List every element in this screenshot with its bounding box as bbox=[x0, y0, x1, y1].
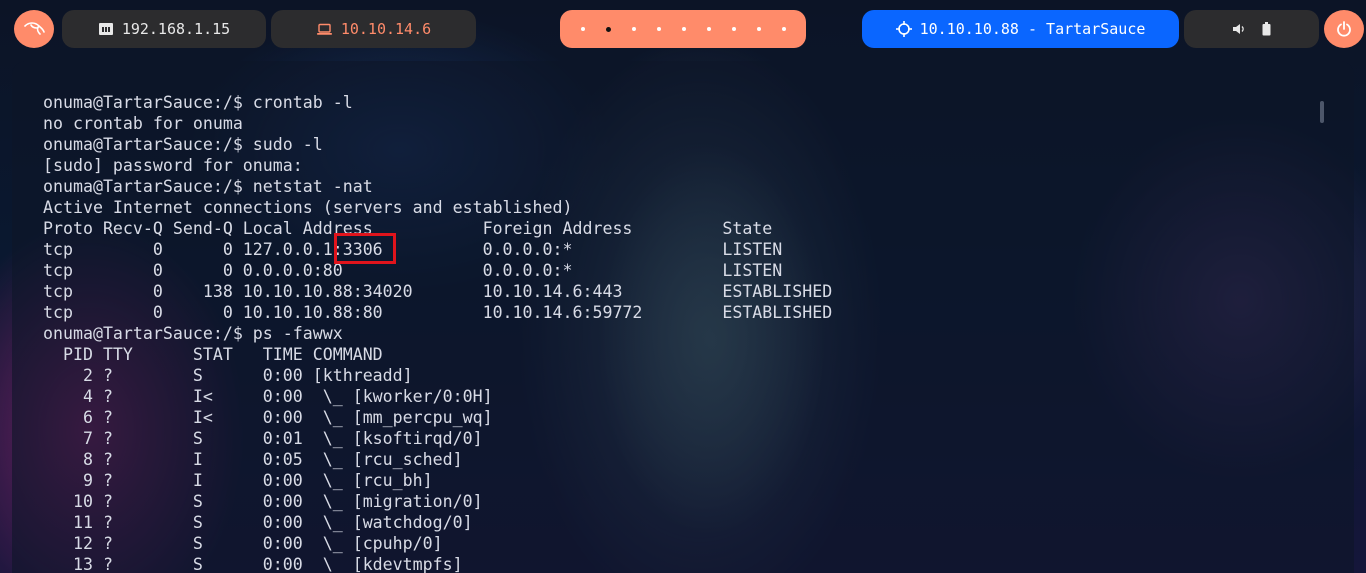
host-ip-indicator[interactable]: 192.168.1.15 bbox=[62, 10, 266, 48]
terminal-line: onuma@TartarSauce:/$ sudo -l bbox=[43, 135, 323, 154]
workspace-dot[interactable] bbox=[756, 27, 761, 31]
terminal-line: 6 ? I< 0:00 \_ [mm_percpu_wq] bbox=[43, 408, 493, 427]
volume-icon[interactable] bbox=[1232, 23, 1246, 35]
terminal-line: PID TTY STAT TIME COMMAND bbox=[43, 345, 383, 364]
terminal-line: 9 ? I 0:00 \_ [rcu_bh] bbox=[43, 471, 433, 490]
terminal-line: no crontab for onuma bbox=[43, 114, 243, 133]
terminal-line: tcp 0 0 127.0.0.1:3306 0.0.0.0:* LISTEN bbox=[43, 240, 783, 259]
terminal-line: 2 ? S 0:00 [kthreadd] bbox=[43, 366, 413, 385]
network-card-icon bbox=[98, 23, 113, 35]
workspace-dot[interactable] bbox=[631, 27, 636, 31]
terminal-line: 4 ? I< 0:00 \_ [kworker/0:0H] bbox=[43, 387, 493, 406]
terminal-line: onuma@TartarSauce:/$ crontab -l bbox=[43, 93, 353, 112]
kali-dragon-icon bbox=[24, 22, 45, 35]
power-button[interactable] bbox=[1324, 10, 1364, 48]
vpn-ip-indicator[interactable]: 10.10.14.6 bbox=[271, 10, 476, 48]
terminal-window[interactable]: onuma@TartarSauce:/$ crontab -l no cronta… bbox=[12, 61, 1354, 573]
workspace-dot[interactable] bbox=[656, 27, 661, 31]
workspace-dot[interactable] bbox=[731, 27, 736, 31]
vpn-ip-text: 10.10.14.6 bbox=[340, 20, 432, 38]
terminal-line: 8 ? I 0:05 \_ [rcu_sched] bbox=[43, 450, 463, 469]
kali-menu-button[interactable] bbox=[14, 10, 54, 48]
terminal-line: onuma@TartarSauce:/$ ps -fawwx bbox=[43, 324, 343, 343]
workspace-dot[interactable] bbox=[580, 27, 585, 31]
terminal-line: tcp 0 138 10.10.10.88:34020 10.10.14.6:4… bbox=[43, 282, 833, 301]
power-icon bbox=[1337, 21, 1351, 37]
laptop-icon bbox=[316, 23, 332, 35]
terminal-line: tcp 0 0 0.0.0.0:80 0.0.0.0:* LISTEN bbox=[43, 261, 783, 280]
target-text: 10.10.10.88 - TartarSauce bbox=[919, 20, 1146, 38]
terminal-line: 12 ? S 0:00 \_ [cpuhp/0] bbox=[43, 534, 443, 553]
port-3306-highlight bbox=[334, 233, 396, 264]
terminal-line: Active Internet connections (servers and… bbox=[43, 198, 573, 217]
target-indicator[interactable]: 10.10.10.88 - TartarSauce bbox=[862, 10, 1179, 48]
workspace-dot[interactable] bbox=[781, 27, 786, 31]
host-ip-text: 192.168.1.15 bbox=[121, 20, 231, 38]
workspace-dot[interactable] bbox=[706, 27, 711, 31]
terminal-line: 10 ? S 0:00 \_ [migration/0] bbox=[43, 492, 483, 511]
terminal-line: 11 ? S 0:00 \_ [watchdog/0] bbox=[43, 513, 473, 532]
terminal-line: 7 ? S 0:01 \_ [ksoftirqd/0] bbox=[43, 429, 483, 448]
terminal-scrollbar[interactable] bbox=[1320, 101, 1324, 123]
terminal-line: onuma@TartarSauce:/$ netstat -nat bbox=[43, 177, 373, 196]
terminal-line: Proto Recv-Q Send-Q Local Address Foreig… bbox=[43, 219, 773, 238]
workspace-dot[interactable] bbox=[605, 26, 611, 32]
workspace-dot[interactable] bbox=[681, 27, 686, 31]
terminal-line: 13 ? S 0:00 \_ [kdevtmpfs] bbox=[43, 555, 463, 573]
battery-icon[interactable] bbox=[1262, 22, 1271, 36]
crosshair-icon bbox=[895, 21, 912, 37]
workspace-switcher[interactable] bbox=[560, 10, 806, 48]
terminal-line: [sudo] password for onuma: bbox=[43, 156, 303, 175]
top-bar: 192.168.1.15 10.10.14.6 10.10.10.88 - Ta… bbox=[0, 0, 1366, 58]
terminal-line: tcp 0 0 10.10.10.88:80 10.10.14.6:59772 … bbox=[43, 303, 833, 322]
terminal-output[interactable]: onuma@TartarSauce:/$ crontab -l no cronta… bbox=[43, 92, 832, 573]
system-tray bbox=[1184, 10, 1319, 48]
